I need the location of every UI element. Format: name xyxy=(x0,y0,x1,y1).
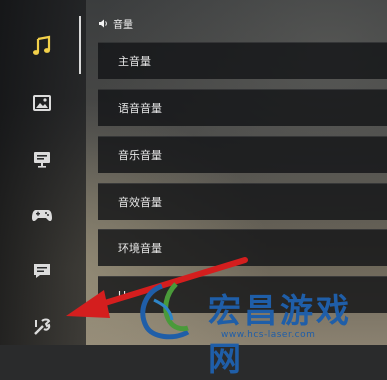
setting-row-voice-volume[interactable]: 语音音量 xyxy=(98,89,387,126)
setting-row-ambient-volume[interactable]: 环境音量 xyxy=(98,229,387,266)
gamepad-icon xyxy=(32,210,52,222)
sidebar-item-interface[interactable] xyxy=(26,143,58,175)
setting-row-music-volume[interactable]: 音乐音量 xyxy=(98,136,387,173)
section-header: 音量 xyxy=(98,16,133,31)
image-icon xyxy=(33,95,51,111)
setting-label: 环境音量 xyxy=(118,242,162,255)
setting-label: 主音量 xyxy=(118,55,151,68)
watermark-logo: 宏昌游戏网 www.hcs-laser.com xyxy=(128,278,387,378)
sidebar-item-tools[interactable] xyxy=(26,311,58,343)
watermark-url: www.hcs-laser.com xyxy=(221,330,316,340)
sidebar-item-music[interactable] xyxy=(26,30,58,62)
sidebar-item-display[interactable] xyxy=(26,87,58,119)
monitor-icon xyxy=(34,152,50,168)
setting-label: 音效音量 xyxy=(118,196,162,209)
setting-row-master-volume[interactable]: 主音量 xyxy=(98,42,387,79)
sidebar-item-controls[interactable] xyxy=(26,199,58,231)
swoosh-logo-icon xyxy=(140,282,190,340)
speaker-icon xyxy=(99,19,107,27)
active-indicator xyxy=(79,16,81,74)
chat-icon xyxy=(34,264,50,278)
music-note-icon xyxy=(33,35,51,55)
setting-label: 语音音量 xyxy=(118,102,162,115)
setting-label: U xyxy=(118,288,127,302)
settings-sidebar xyxy=(0,0,86,345)
setting-label: 音乐音量 xyxy=(118,149,162,162)
wrench-icon xyxy=(34,318,51,335)
setting-row-sfx-volume[interactable]: 音效音量 xyxy=(98,183,387,220)
section-title: 音量 xyxy=(113,19,133,31)
sidebar-item-chat[interactable] xyxy=(26,255,58,287)
